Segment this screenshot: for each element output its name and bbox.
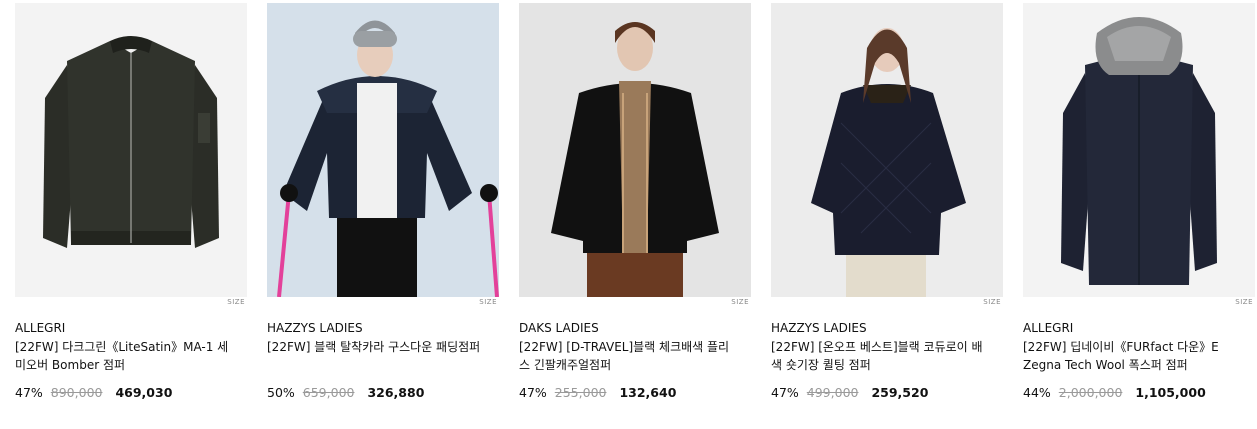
product-image[interactable]	[771, 3, 1003, 297]
product-name[interactable]: [22FW] 딥네이비《FURfact 다운》E Zegna Tech Wool…	[1023, 338, 1241, 374]
product-image[interactable]	[15, 3, 247, 297]
product-card[interactable]: SIZE ALLEGRI [22FW] 딥네이비《FURfact 다운》E Ze…	[1023, 3, 1255, 423]
navy-down-padding-model-image	[267, 3, 499, 297]
price-row: 47% 255,000 132,640	[519, 385, 676, 400]
product-card[interactable]: SIZE HAZZYS LADIES [22FW] [온오프 베스트]블랙 코듀…	[771, 3, 1003, 423]
product-name[interactable]: [22FW] [온오프 베스트]블랙 코듀로이 배색 숏기장 퀼팅 점퍼	[771, 338, 989, 374]
size-label[interactable]: SIZE	[227, 298, 245, 306]
sale-price: 259,520	[871, 385, 929, 400]
original-price: 890,000	[50, 385, 103, 400]
product-name[interactable]: [22FW] [D-TRAVEL]블랙 체크배색 플리스 긴팔캐주얼점퍼	[519, 338, 737, 374]
price-row: 47% 499,000 259,520	[771, 385, 928, 400]
size-label[interactable]: SIZE	[731, 298, 749, 306]
product-brand: ALLEGRI	[1023, 321, 1074, 335]
discount-rate: 50%	[267, 385, 295, 400]
product-name[interactable]: [22FW] 블랙 탈착카라 구스다운 패딩점퍼	[267, 338, 485, 356]
product-brand: HAZZYS LADIES	[267, 321, 363, 335]
product-brand: ALLEGRI	[15, 321, 66, 335]
sale-price: 469,030	[115, 385, 173, 400]
sale-price: 132,640	[619, 385, 677, 400]
product-grid: SIZE ALLEGRI [22FW] 다크그린《LiteSatin》MA-1 …	[0, 0, 1257, 429]
original-price: 2,000,000	[1058, 385, 1123, 400]
sale-price: 326,880	[367, 385, 425, 400]
size-label[interactable]: SIZE	[479, 298, 497, 306]
discount-rate: 47%	[15, 385, 43, 400]
size-label[interactable]: SIZE	[1235, 298, 1253, 306]
navy-quilted-jacket-model-image	[771, 3, 1003, 297]
sale-price: 1,105,000	[1135, 385, 1206, 400]
product-name[interactable]: [22FW] 다크그린《LiteSatin》MA-1 세미오버 Bomber 점…	[15, 338, 233, 374]
discount-rate: 44%	[1023, 385, 1051, 400]
original-price: 255,000	[554, 385, 607, 400]
product-card[interactable]: SIZE DAKS LADIES [22FW] [D-TRAVEL]블랙 체크배…	[519, 3, 751, 423]
navy-fox-fur-coat-image	[1023, 3, 1255, 297]
product-brand: HAZZYS LADIES	[771, 321, 867, 335]
size-label[interactable]: SIZE	[983, 298, 1001, 306]
product-image[interactable]	[519, 3, 751, 297]
original-price: 499,000	[806, 385, 859, 400]
black-fleece-jacket-model-image	[519, 3, 751, 297]
product-image[interactable]	[1023, 3, 1255, 297]
product-card[interactable]: SIZE ALLEGRI [22FW] 다크그린《LiteSatin》MA-1 …	[15, 3, 247, 423]
price-row: 44% 2,000,000 1,105,000	[1023, 385, 1206, 400]
price-row: 50% 659,000 326,880	[267, 385, 424, 400]
price-row: 47% 890,000 469,030	[15, 385, 172, 400]
product-card[interactable]: SIZE HAZZYS LADIES [22FW] 블랙 탈착카라 구스다운 패…	[267, 3, 499, 423]
discount-rate: 47%	[519, 385, 547, 400]
product-image[interactable]	[267, 3, 499, 297]
product-brand: DAKS LADIES	[519, 321, 599, 335]
original-price: 659,000	[302, 385, 355, 400]
green-bomber-jacket-image	[15, 3, 247, 297]
discount-rate: 47%	[771, 385, 799, 400]
